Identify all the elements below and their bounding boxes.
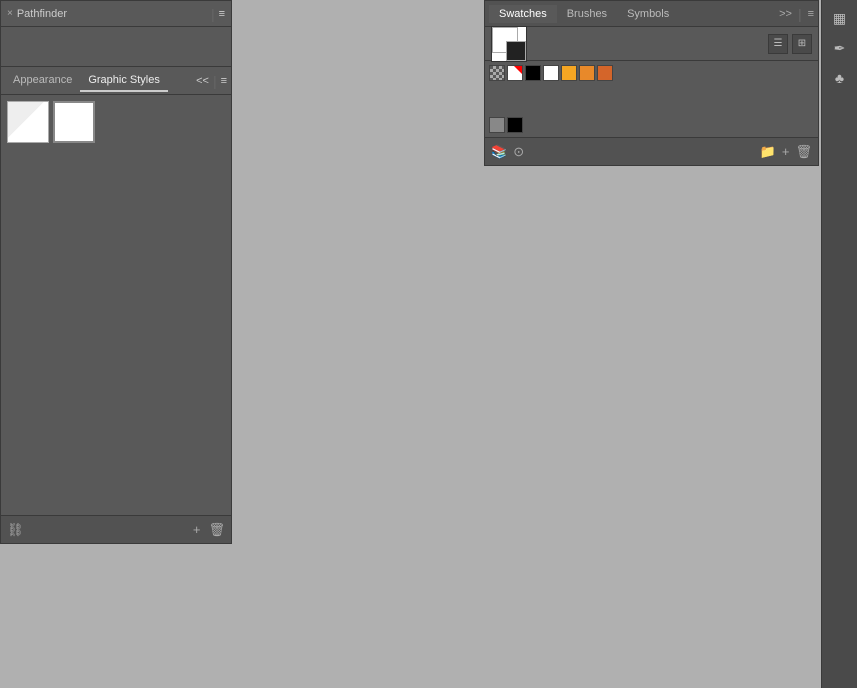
swatches-bottom-bar: 📚 ⊙ 📁 + 🗑 bbox=[485, 137, 818, 165]
swatch-orange1[interactable] bbox=[561, 65, 577, 81]
swatches-grid bbox=[485, 61, 818, 117]
link-style-icon[interactable]: ⛓ bbox=[7, 522, 24, 538]
swatch-white[interactable] bbox=[543, 65, 559, 81]
swatch-orange2[interactable] bbox=[579, 65, 595, 81]
left-panel-bottom: ⛓ + 🗑 bbox=[1, 515, 231, 543]
swatches-toolbar: ☰ ⊞ bbox=[485, 27, 818, 61]
tabs-bar: Appearance Graphic Styles << | ≡ bbox=[1, 67, 231, 95]
swatches-tab-controls: >> | ≡ bbox=[779, 6, 814, 22]
list-view-button[interactable]: ☰ bbox=[768, 34, 788, 54]
swatch-library-icon[interactable]: 📚 bbox=[491, 144, 507, 160]
club-icon[interactable]: ♣ bbox=[826, 64, 854, 92]
pathfinder-bar: × Pathfinder | ≡ bbox=[1, 1, 231, 27]
tab-appearance[interactable]: Appearance bbox=[5, 70, 80, 92]
more-tabs-icon[interactable]: >> bbox=[779, 8, 792, 20]
swatch-black[interactable] bbox=[525, 65, 541, 81]
swatches-tabs-bar: Swatches Brushes Symbols >> | ≡ bbox=[485, 1, 818, 27]
pathfinder-content-area bbox=[1, 27, 231, 67]
swatch-black2[interactable] bbox=[507, 117, 523, 133]
tab-graphic-styles[interactable]: Graphic Styles bbox=[80, 70, 168, 92]
far-right-toolbar: ▦ ✒ ♣ bbox=[821, 0, 857, 688]
delete-style-button[interactable]: 🗑 bbox=[208, 522, 225, 538]
swatch-none[interactable] bbox=[489, 65, 505, 81]
delete-swatch-button[interactable]: 🗑 bbox=[795, 144, 812, 160]
swatch-orange3[interactable] bbox=[597, 65, 613, 81]
graphic-style-white[interactable] bbox=[53, 101, 95, 143]
tab-swatches[interactable]: Swatches bbox=[489, 5, 557, 23]
left-panel: × Pathfinder | ≡ Appearance Graphic Styl… bbox=[0, 0, 232, 544]
pen-icon[interactable]: ✒ bbox=[826, 34, 854, 62]
divider3: | bbox=[798, 6, 802, 22]
panel-menu-icon[interactable]: ≡ bbox=[221, 75, 227, 87]
view-toggle: ☰ ⊞ bbox=[768, 34, 812, 54]
close-button[interactable]: × bbox=[7, 8, 13, 19]
tab-controls: << | ≡ bbox=[196, 73, 227, 89]
new-group-icon[interactable]: 📁 bbox=[760, 144, 776, 160]
graphic-styles-content bbox=[1, 95, 231, 515]
pathfinder-controls: | ≡ bbox=[211, 6, 225, 22]
swatch-gray[interactable] bbox=[489, 117, 505, 133]
show-kind-icon[interactable]: ⊙ bbox=[513, 144, 524, 160]
tab-brushes[interactable]: Brushes bbox=[557, 5, 617, 23]
divider: | bbox=[211, 6, 215, 22]
grid-view-button[interactable]: ⊞ bbox=[792, 34, 812, 54]
divider2: | bbox=[213, 73, 217, 89]
stroke-layer bbox=[506, 41, 526, 61]
tab-symbols[interactable]: Symbols bbox=[617, 5, 679, 23]
pathfinder-menu-icon[interactable]: ≡ bbox=[219, 8, 225, 20]
new-swatch-button[interactable]: + bbox=[782, 144, 790, 159]
swatches-row2 bbox=[485, 117, 818, 137]
swatch-registration[interactable] bbox=[507, 65, 523, 81]
pathfinder-title: Pathfinder bbox=[17, 8, 211, 20]
swatches-menu-icon[interactable]: ≡ bbox=[808, 8, 814, 20]
graphic-style-default[interactable] bbox=[7, 101, 49, 143]
collapse-icon[interactable]: << bbox=[196, 75, 209, 87]
active-swatch-indicator[interactable] bbox=[491, 26, 527, 62]
add-style-button[interactable]: + bbox=[193, 522, 201, 537]
swatches-panel: Swatches Brushes Symbols >> | ≡ ☰ ⊞ bbox=[484, 0, 819, 166]
layers-icon[interactable]: ▦ bbox=[826, 4, 854, 32]
